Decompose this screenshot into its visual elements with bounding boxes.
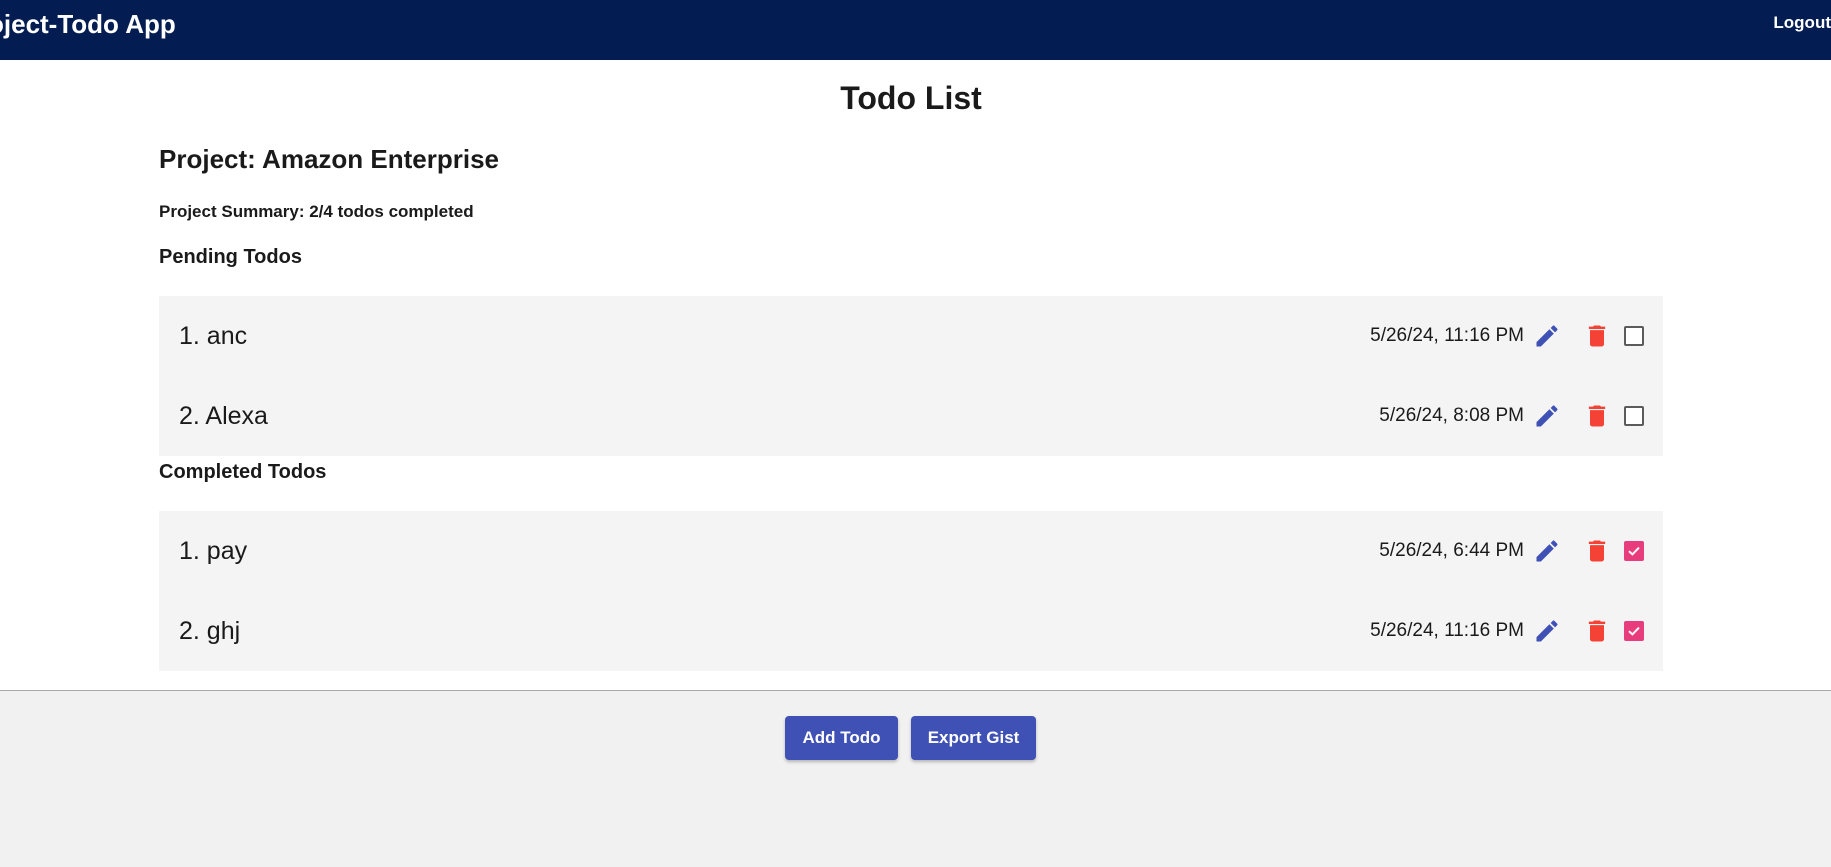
todo-text: 1. pay <box>179 537 248 565</box>
pencil-icon[interactable] <box>1533 617 1561 645</box>
pencil-icon[interactable] <box>1533 537 1561 565</box>
checkmark-icon <box>1628 546 1640 556</box>
pencil-icon[interactable] <box>1533 322 1561 350</box>
todo-text: 2. Alexa <box>179 402 268 430</box>
complete-checkbox[interactable] <box>1624 541 1644 561</box>
logout-button[interactable]: Logout <box>1773 0 1831 48</box>
trash-icon[interactable] <box>1583 322 1611 350</box>
app-bar: oject-Todo App Logout <box>0 0 1831 60</box>
complete-checkbox[interactable] <box>1624 621 1644 641</box>
project-summary: Project Summary: 2/4 todos completed <box>159 202 474 221</box>
todo-date: 5/26/24, 8:08 PM <box>1379 405 1524 426</box>
trash-icon[interactable] <box>1583 537 1611 565</box>
project-title: Project: Amazon Enterprise <box>159 144 500 174</box>
app-title: oject-Todo App <box>0 9 176 39</box>
todo-text: 2. ghj <box>179 617 241 645</box>
export-gist-button[interactable]: Export Gist <box>911 716 1036 760</box>
todo-item: 1. anc 5/26/24, 11:16 PM <box>159 296 1663 376</box>
page-title: Todo List <box>840 80 982 116</box>
pending-heading: Pending Todos <box>159 246 302 268</box>
todo-date: 5/26/24, 11:16 PM <box>1370 620 1524 641</box>
add-todo-button[interactable]: Add Todo <box>785 716 898 760</box>
checkmark-icon <box>1628 626 1640 636</box>
complete-checkbox[interactable] <box>1624 326 1644 346</box>
todo-item: 1. pay 5/26/24, 6:44 PM <box>159 511 1663 591</box>
complete-checkbox[interactable] <box>1624 406 1644 426</box>
pending-todo-list: 1. anc 5/26/24, 11:16 PM 2. Alexa 5/26/2… <box>159 296 1663 456</box>
todo-date: 5/26/24, 11:16 PM <box>1370 325 1524 346</box>
todo-text: 1. anc <box>179 322 248 350</box>
todo-date: 5/26/24, 6:44 PM <box>1379 540 1524 561</box>
completed-heading: Completed Todos <box>159 461 327 483</box>
footer-bar: Add Todo Export Gist <box>0 690 1831 867</box>
completed-todo-list: 1. pay 5/26/24, 6:44 PM 2. ghj 5/26/24, … <box>159 511 1663 671</box>
todo-item: 2. Alexa 5/26/24, 8:08 PM <box>159 376 1663 456</box>
trash-icon[interactable] <box>1583 617 1611 645</box>
todo-item: 2. ghj 5/26/24, 11:16 PM <box>159 591 1663 671</box>
trash-icon[interactable] <box>1583 402 1611 430</box>
pencil-icon[interactable] <box>1533 402 1561 430</box>
